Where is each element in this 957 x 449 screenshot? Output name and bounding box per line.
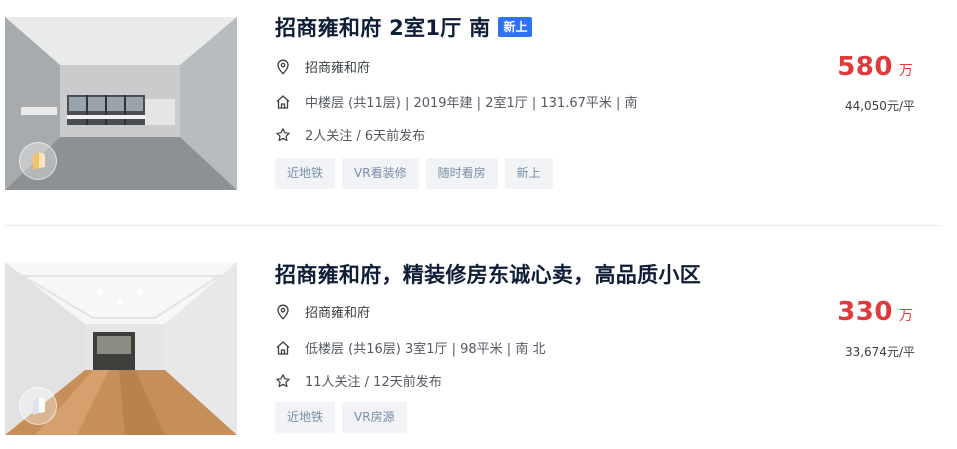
house-info-line: 中楼层 (共11层) | 2019年建 | 2室1厅 | 131.67平米 | … <box>275 92 638 111</box>
house-info-line: 低楼层 (共16层) 3室1厅 | 98平米 | 南 北 <box>275 338 545 357</box>
listing-title[interactable]: 招商雍和府，精装修房东诚心卖，高品质小区 <box>275 259 701 289</box>
tag-chip: 随时看房 <box>425 158 498 189</box>
tag-chip: 近地铁 <box>275 158 336 189</box>
tag-list: 近地铁 VR看装修 随时看房 新上 <box>275 158 560 189</box>
new-badge: 新上 <box>498 17 533 37</box>
follow-info: 2人关注 / 6天前发布 <box>305 129 426 144</box>
total-price: 330 万 <box>837 297 913 327</box>
star-icon[interactable] <box>275 127 291 143</box>
house-info: 中楼层 (共11层) | 2019年建 | 2室1厅 | 131.67平米 | … <box>305 96 638 111</box>
follow-info-line: 2人关注 / 6天前发布 <box>275 125 425 144</box>
follow-info-line: 11人关注 / 12天前发布 <box>275 371 442 390</box>
house-info: 低楼层 (共16层) 3室1厅 | 98平米 | 南 北 <box>305 342 546 357</box>
total-price: 580 万 <box>837 52 913 82</box>
location-line: 招商雍和府 <box>275 57 370 76</box>
vr-badge[interactable] <box>19 387 57 425</box>
tag-chip: VR看装修 <box>342 158 419 189</box>
total-price-unit: 万 <box>899 63 913 79</box>
vr-cube-icon <box>33 397 45 415</box>
location-pin-icon <box>275 59 291 75</box>
house-icon <box>275 340 291 356</box>
title-row: 招商雍和府 2室1厅 南 新上 <box>275 12 533 42</box>
follow-info: 11人关注 / 12天前发布 <box>305 375 442 390</box>
tag-chip: 近地铁 <box>275 402 336 433</box>
total-price-value: 580 <box>837 52 893 82</box>
listing-photo[interactable] <box>5 17 237 190</box>
listing-photo[interactable] <box>5 262 237 435</box>
house-icon <box>275 94 291 110</box>
tag-list: 近地铁 VR房源 <box>275 402 414 433</box>
location-line: 招商雍和府 <box>275 302 370 321</box>
unit-price: 44,050元/平 <box>844 99 915 113</box>
total-price-unit: 万 <box>899 308 913 324</box>
listing-card[interactable]: 招商雍和府，精装修房东诚心卖，高品质小区 招商雍和府 低楼层 (共16层) 3室… <box>0 226 957 449</box>
unit-price: 33,674元/平 <box>844 345 915 359</box>
listing-card[interactable]: 招商雍和府 2室1厅 南 新上 招商雍和府 中楼层 (共11层) | 2019年… <box>0 0 957 226</box>
tag-chip: 新上 <box>504 158 553 189</box>
community-link[interactable]: 招商雍和府 <box>305 302 370 321</box>
listing-title[interactable]: 招商雍和府 2室1厅 南 <box>275 12 490 42</box>
vr-badge[interactable] <box>19 142 57 180</box>
location-pin-icon <box>275 304 291 320</box>
star-icon[interactable] <box>275 373 291 389</box>
community-link[interactable]: 招商雍和府 <box>305 57 370 76</box>
vr-cube-icon <box>33 152 45 170</box>
tag-chip: VR房源 <box>342 402 407 433</box>
total-price-value: 330 <box>837 297 893 327</box>
title-row: 招商雍和府，精装修房东诚心卖，高品质小区 <box>275 259 701 289</box>
